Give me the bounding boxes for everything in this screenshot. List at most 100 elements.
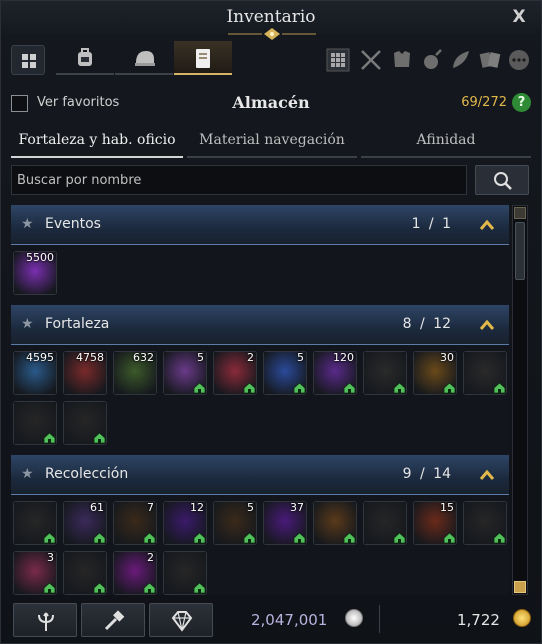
more-icon[interactable] <box>506 47 532 73</box>
item-quantity: 5 <box>297 351 304 364</box>
item-slot[interactable]: 2 <box>113 551 157 595</box>
crossed-swords-icon[interactable] <box>358 47 384 73</box>
filter-all-icon[interactable] <box>325 47 351 73</box>
item-slot[interactable]: 632 <box>113 351 157 395</box>
tab-storage[interactable] <box>174 41 232 75</box>
scrollbar[interactable] <box>512 205 528 595</box>
star-icon[interactable]: ★ <box>21 216 34 232</box>
item-slot[interactable] <box>163 551 207 595</box>
item-quantity: 30 <box>440 351 454 364</box>
item-quantity: 4758 <box>76 351 104 364</box>
item-quantity: 61 <box>90 501 104 514</box>
chevron-up-icon[interactable] <box>479 219 495 231</box>
tab-afinidad[interactable]: Afinidad <box>361 126 531 158</box>
item-slot[interactable]: 5 <box>163 351 207 395</box>
scroll-thumb[interactable] <box>515 222 525 280</box>
home-icon <box>143 582 156 594</box>
section-name: Eventos <box>45 216 101 232</box>
item-slot[interactable]: 12 <box>163 501 207 545</box>
favorites-row: Ver favoritos Almacén 69/272 ? <box>11 93 531 115</box>
sub-tab-bar: Fortaleza y hab. oficio Material navegac… <box>11 126 531 158</box>
gold-amount: 1,722 <box>457 611 500 629</box>
item-slot[interactable]: 3 <box>13 551 57 595</box>
item-quantity: 12 <box>190 501 204 514</box>
item-slot[interactable]: 2 <box>213 351 257 395</box>
hammer-icon <box>104 610 125 631</box>
item-slot[interactable]: 7 <box>113 501 157 545</box>
scroll-up-button[interactable] <box>514 207 526 219</box>
section-count: 8 / 12 <box>402 316 451 332</box>
chevron-up-icon[interactable] <box>479 469 495 481</box>
dismantle-button[interactable] <box>81 603 145 637</box>
tab-fortaleza[interactable]: Fortaleza y hab. oficio <box>11 126 183 158</box>
helmet-icon <box>135 51 155 66</box>
section-header[interactable]: ★ Recolección 9 / 14 <box>11 455 509 495</box>
search-input[interactable] <box>11 165 467 195</box>
armor-icon[interactable] <box>389 47 415 73</box>
help-button[interactable]: ? <box>512 93 531 112</box>
bottom-bar: 2,047,001 1,722 <box>1 599 541 643</box>
home-icon <box>193 582 206 594</box>
title-bar[interactable]: Inventario X <box>1 1 541 40</box>
trident-icon <box>38 612 54 631</box>
grid-icon <box>22 54 36 68</box>
currency-divider <box>379 605 380 633</box>
item-slot[interactable] <box>463 501 507 545</box>
home-icon <box>393 532 406 544</box>
search-button[interactable] <box>475 165 529 195</box>
tab-equipment[interactable] <box>56 41 114 75</box>
section-count: 1 / 1 <box>411 216 451 232</box>
home-icon <box>293 382 306 394</box>
item-slot[interactable] <box>313 501 357 545</box>
item-quantity: 2 <box>247 351 254 364</box>
item-slot[interactable]: 5500 <box>13 251 57 295</box>
item-quantity: 5 <box>197 351 204 364</box>
item-slot[interactable]: 30 <box>413 351 457 395</box>
search-icon <box>494 172 512 190</box>
item-slot[interactable] <box>63 551 107 595</box>
feather-icon[interactable] <box>448 47 474 73</box>
item-slot[interactable] <box>13 401 57 445</box>
item-list[interactable]: ★ Eventos 1 / 1 5500 ★ Fortaleza 8 / 12 4595 475… <box>11 205 509 595</box>
item-slot[interactable]: 61 <box>63 501 107 545</box>
chevron-up-icon[interactable] <box>479 319 495 331</box>
close-button[interactable]: X <box>509 7 529 27</box>
view-all-button[interactable] <box>11 45 45 75</box>
gem-button[interactable] <box>149 603 213 637</box>
star-icon[interactable]: ★ <box>21 466 34 482</box>
book-icon <box>196 49 210 68</box>
home-icon <box>193 532 206 544</box>
star-icon[interactable]: ★ <box>21 316 34 332</box>
item-slot[interactable]: 4758 <box>63 351 107 395</box>
cards-icon[interactable] <box>477 47 503 73</box>
item-slot[interactable]: 5 <box>263 351 307 395</box>
item-slot[interactable] <box>363 351 407 395</box>
scroll-down-button[interactable] <box>514 581 526 593</box>
tab-material-navegacion[interactable]: Material navegación <box>187 126 357 158</box>
item-slot[interactable]: 37 <box>263 501 307 545</box>
potion-icon[interactable] <box>419 47 445 73</box>
silver-coin-icon <box>345 609 363 627</box>
home-icon <box>393 382 406 394</box>
item-quantity: 5 <box>247 501 254 514</box>
section-header[interactable]: ★ Eventos 1 / 1 <box>11 205 509 245</box>
item-quantity: 632 <box>133 351 154 364</box>
item-slot[interactable]: 120 <box>313 351 357 395</box>
item-slot[interactable] <box>63 401 107 445</box>
repair-button[interactable] <box>13 603 77 637</box>
item-slot[interactable]: 5 <box>213 501 257 545</box>
item-slot[interactable] <box>363 501 407 545</box>
item-slot[interactable]: 4595 <box>13 351 57 395</box>
item-quantity: 7 <box>147 501 154 514</box>
item-slot[interactable] <box>13 501 57 545</box>
storage-count: 69/272 <box>461 95 507 110</box>
item-quantity: 15 <box>440 501 454 514</box>
item-quantity: 5500 <box>26 251 54 264</box>
section-header[interactable]: ★ Fortaleza 8 / 12 <box>11 305 509 345</box>
item-quantity: 4595 <box>26 351 54 364</box>
item-slot[interactable] <box>463 351 507 395</box>
gold-coin-icon <box>513 609 531 627</box>
item-slot[interactable]: 15 <box>413 501 457 545</box>
window-title: Inventario <box>226 7 316 27</box>
tab-consumables[interactable] <box>115 41 173 75</box>
